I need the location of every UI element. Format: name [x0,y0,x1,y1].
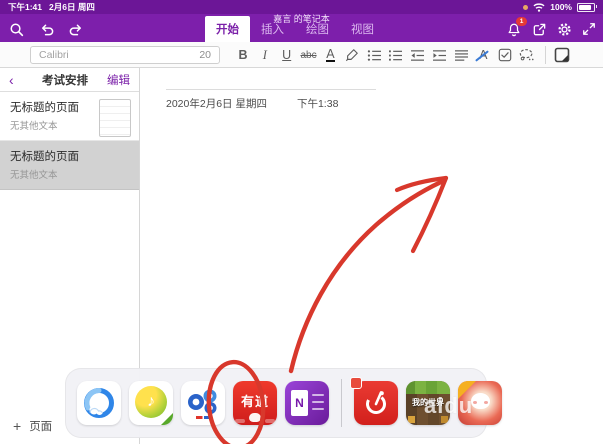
font-name-value: Calibri [39,49,69,61]
page-dateline: 2020年2月6日 星期四 下午1:38 [166,96,338,111]
tab-insert[interactable]: 插入 [250,16,295,42]
app-minecraft[interactable]: 我的世界 [406,381,450,425]
onenote-icon: N [285,381,329,425]
gold-block [441,416,448,423]
ribbon-tabs: 开始 插入 绘图 视图 [205,16,385,42]
ink-style-button[interactable]: A [474,46,492,64]
notifications-button[interactable]: 1 [506,21,522,37]
corner-ribbon [458,381,476,399]
page-subtitle: 无其他文本 [10,167,129,181]
undo-button[interactable] [38,21,54,37]
ribbon-bar: 嘉言 的笔记本 开始 插入 绘图 视图 1 [0,14,603,42]
section-title: 考试安排 [23,72,107,88]
wifi-icon [533,2,545,12]
app-netease-cloud-music[interactable] [354,381,398,425]
baidu-netdisk-icon [183,383,223,423]
page-list-item[interactable]: 无标题的页面 无其他文本 [0,92,139,141]
cloud-decoration [235,419,245,423]
gold-block [408,416,415,423]
tab-draw[interactable]: 绘图 [295,16,340,42]
sidebar-header: ‹ 考试安排 编辑 [0,68,139,92]
bulleted-list-icon[interactable] [365,46,383,64]
fullscreen-expand-icon[interactable] [581,21,597,37]
music-note-glyph: ♪ [147,393,155,411]
bold-button[interactable]: B [234,46,252,64]
align-justify-icon[interactable] [452,46,470,64]
update-badge [350,377,362,389]
bold-label: B [238,48,247,62]
plus-icon: + [13,420,21,432]
youdao-mascot [249,413,261,422]
add-page-label: 页面 [29,418,52,434]
app-qq-music[interactable]: ♪ [129,381,173,425]
tab-home[interactable]: 开始 [205,16,250,42]
italic-label: I [263,48,267,63]
onenote-line [312,394,324,396]
grass-block [406,381,450,394]
tab-view[interactable]: 视图 [340,16,385,42]
numbered-list-icon[interactable] [387,46,405,64]
page-thumbnail [99,99,131,137]
minecraft-icon: 我的世界 [406,381,450,425]
minecraft-label: 我的世界 [406,397,450,408]
status-indicator-icon [523,5,528,10]
youdao-icon: 有道 [233,381,277,425]
lasso-select-icon[interactable] [518,46,536,64]
page-list-item-selected[interactable]: 无标题的页面 无其他文本 [0,141,139,190]
qq-browser-icon [82,386,116,420]
page-note-icon[interactable] [553,46,571,64]
page-title-underline [166,89,376,90]
underline-button[interactable]: U [278,46,296,64]
cheek-dot [484,401,488,404]
format-toolbar: Calibri 20 B I U abc A [0,42,603,68]
cloud-decoration [265,419,275,423]
app-game[interactable] [458,381,502,425]
ipad-screen: 下午1:41 2月6日 周四 100% 嘉言 的笔记本 开始 [0,0,603,444]
edit-button[interactable]: 编辑 [107,72,130,88]
notification-badge: 1 [516,17,527,26]
back-chevron-icon[interactable]: ‹ [9,73,23,87]
onenote-n-letter: N [291,390,308,416]
page-date: 2020年2月6日 星期四 [166,96,267,111]
toolbar-divider [545,46,546,64]
strikethrough-label: abc [300,50,316,61]
onenote-line [312,401,324,403]
settings-gear-icon[interactable] [556,21,572,37]
leaf-corner-icon [160,412,173,425]
font-color-button[interactable]: A [321,46,339,64]
search-button[interactable] [8,21,24,37]
app-qq-browser[interactable] [77,381,121,425]
dock: ♪ 有道 N [65,368,487,438]
battery-percent: 100% [550,2,572,12]
underline-label: U [282,48,291,62]
font-color-label: A [326,48,334,62]
highlighter-icon[interactable] [343,46,361,64]
dock-separator [341,379,342,427]
decrease-indent-icon[interactable] [409,46,427,64]
increase-indent-icon[interactable] [431,46,449,64]
share-button[interactable] [531,21,547,37]
page-time: 下午1:38 [297,96,338,111]
strikethrough-button[interactable]: abc [300,46,318,64]
font-size-value: 20 [199,49,211,61]
add-page-button[interactable]: + 页面 [13,418,52,434]
app-baidu-netdisk[interactable] [181,381,225,425]
page-title: 无标题的页面 [10,148,129,164]
game-icon [458,381,502,425]
youdao-label: 有道 [241,391,269,410]
app-youdao-dictionary[interactable]: 有道 [233,381,277,425]
battery-icon [577,3,595,12]
todo-checkbox-icon[interactable] [496,46,514,64]
app-onenote[interactable]: N [285,381,329,425]
cheek-dot [473,401,477,404]
onenote-line [312,408,324,410]
italic-button[interactable]: I [256,46,274,64]
font-picker[interactable]: Calibri 20 [30,46,220,64]
redo-button[interactable] [68,21,84,37]
